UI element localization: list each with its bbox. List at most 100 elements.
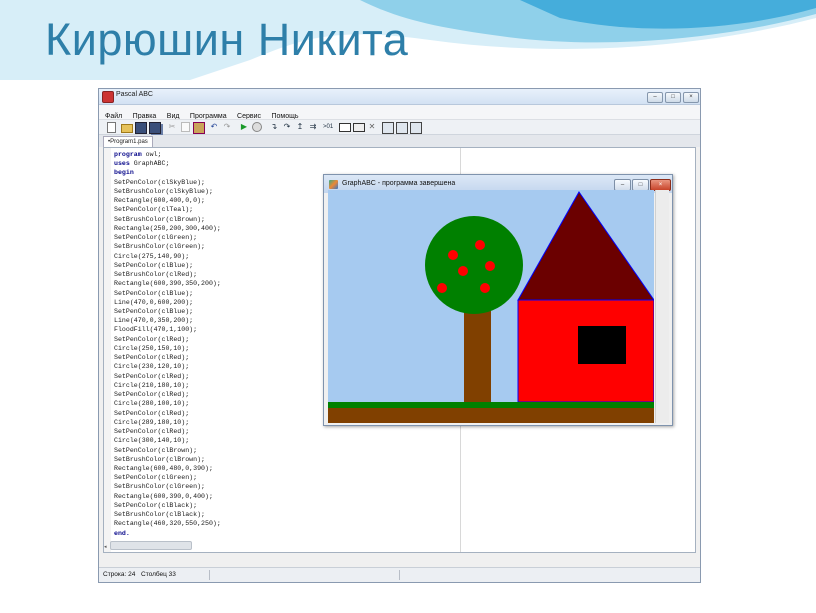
- code-line: SetPenColor(clRed);: [114, 391, 190, 399]
- undo-icon[interactable]: ↶: [209, 122, 219, 132]
- apple: [475, 240, 485, 250]
- code-line: Line(470,0,350,200);: [114, 317, 194, 325]
- code-line: SetBrushColor(clGreen);: [114, 243, 206, 251]
- slide-title: Кирюшин Никита: [45, 14, 409, 65]
- status-separator: [399, 570, 400, 580]
- ide-window-title: Pascal ABC: [116, 91, 153, 98]
- status-separator: [209, 570, 210, 580]
- code-line: Circle(250,150,10);: [114, 344, 190, 352]
- breakpoint-icon[interactable]: ⇉: [308, 122, 318, 132]
- apple: [480, 283, 490, 293]
- code-lines: program owl; uses GraphABC; begin SetPenCol…: [114, 150, 221, 538]
- menu-bar: Файл Правка Вид Программа Сервис Помощь: [99, 105, 700, 120]
- code-keyword: program: [114, 151, 142, 158]
- code-line: SetBrushColor(clBlack);: [114, 511, 206, 519]
- code-line: SetPenColor(clBrown);: [114, 446, 198, 454]
- copy-icon[interactable]: [181, 122, 190, 132]
- graphabc-window: GraphABC - программа завершена – □ ×: [323, 174, 673, 426]
- step-over-icon[interactable]: ↷: [282, 122, 292, 132]
- window-icon[interactable]: [353, 123, 365, 132]
- code-line: SetPenColor(clBlue);: [114, 289, 194, 297]
- status-column: Столбец 33: [141, 571, 176, 578]
- code-line: SetPenColor(clRed);: [114, 335, 190, 343]
- stop-icon[interactable]: ✕: [367, 122, 377, 132]
- maximize-button[interactable]: □: [665, 92, 681, 103]
- code-line: SetPenColor(clBlack);: [114, 501, 198, 509]
- drawing: [328, 190, 654, 423]
- code-line: Circle(289,180,10);: [114, 418, 190, 426]
- redo-icon[interactable]: ↷: [222, 122, 232, 132]
- apple: [485, 261, 495, 271]
- apple: [437, 283, 447, 293]
- debug-icon[interactable]: [252, 122, 262, 132]
- graph-canvas: [328, 190, 654, 423]
- apple: [458, 266, 468, 276]
- code-line: Rectangle(600,390,0,400);: [114, 492, 213, 500]
- scroll-left-arrow[interactable]: ◂: [104, 544, 107, 550]
- code-line: SetPenColor(clGreen);: [114, 234, 198, 242]
- code-line: Circle(275,140,90);: [114, 252, 190, 260]
- open-icon[interactable]: [121, 124, 133, 133]
- code-line: Rectangle(250,200,300,400);: [114, 224, 221, 232]
- code-line: Circle(230,120,10);: [114, 363, 190, 371]
- toolbar: ✂ ↶ ↷ ▶ ↴ ↷ ↥ ⇉ >01 ✕: [99, 119, 700, 135]
- cut-icon[interactable]: ✂: [167, 122, 177, 132]
- paste-icon[interactable]: [193, 122, 205, 134]
- tab-strip: •Program1.pas: [99, 135, 700, 148]
- graph-vertical-scrollbar[interactable]: [655, 190, 669, 423]
- step-out-icon[interactable]: ↥: [295, 122, 305, 132]
- grass: [328, 402, 654, 408]
- new-file-icon[interactable]: [107, 122, 116, 133]
- code-keyword: uses: [114, 160, 130, 168]
- code-line: SetBrushColor(clRed);: [114, 271, 198, 279]
- house-window: [578, 326, 626, 364]
- code-keyword: begin: [114, 169, 134, 177]
- code-line: SetPenColor(clRed);: [114, 428, 190, 436]
- apple: [448, 250, 458, 260]
- code-line: Rectangle(600,390,350,200);: [114, 280, 221, 288]
- code-keyword: end.: [114, 529, 130, 537]
- code-line: SetPenColor(clRed);: [114, 354, 190, 362]
- settings-icon[interactable]: [410, 122, 422, 134]
- code-line: SetPenColor(clRed);: [114, 372, 190, 380]
- code-line: end.: [114, 529, 221, 538]
- code-line: SetPenColor(clTeal);: [114, 206, 194, 214]
- ide-titlebar[interactable]: Pascal ABC – □ ×: [99, 89, 700, 105]
- code-line: SetPenColor(clGreen);: [114, 474, 198, 482]
- save-icon[interactable]: [135, 122, 147, 134]
- form-icon[interactable]: [339, 123, 351, 132]
- code-line: program owl;: [114, 151, 162, 158]
- minimize-button[interactable]: –: [647, 92, 663, 103]
- code-line: SetBrushColor(clGreen);: [114, 483, 206, 491]
- code-line: Rectangle(460,320,550,250);: [114, 520, 221, 528]
- code-line: FloodFill(470,1,100);: [114, 326, 198, 334]
- code-line: Circle(280,100,10);: [114, 400, 190, 408]
- horizontal-scrollbar[interactable]: [110, 541, 192, 550]
- editor-gutter: [104, 148, 111, 552]
- output-window-icon[interactable]: >01: [323, 122, 333, 132]
- code-line: SetBrushColor(clBrown);: [114, 215, 206, 223]
- close-button[interactable]: ×: [683, 92, 699, 103]
- code-line: Rectangle(600,480,0,390);: [114, 464, 213, 472]
- step-into-icon[interactable]: ↴: [269, 122, 279, 132]
- code-line: begin: [114, 168, 221, 177]
- ground: [328, 408, 654, 423]
- code-line: uses GraphABC;: [114, 160, 170, 168]
- code-line: SetBrushColor(clSkyBlue);: [114, 187, 213, 195]
- tree-foliage: [425, 216, 523, 314]
- save-all-icon[interactable]: [149, 122, 161, 134]
- code-line: SetPenColor(clSkyBlue);: [114, 178, 206, 186]
- status-bar: Строка: 24 Столбец 33: [99, 567, 700, 582]
- code-line: SetBrushColor(clBrown);: [114, 455, 206, 463]
- compile-icon[interactable]: [382, 122, 394, 134]
- run-icon[interactable]: ▶: [239, 122, 249, 132]
- tree-trunk: [464, 311, 491, 402]
- code-line: Circle(300,140,10);: [114, 437, 190, 445]
- code-line: Line(470,0,600,200);: [114, 298, 194, 306]
- code-line: SetPenColor(clBlue);: [114, 261, 194, 269]
- compile-all-icon[interactable]: [396, 122, 408, 134]
- code-line: SetPenColor(clBlue);: [114, 307, 194, 315]
- code-line: Rectangle(600,400,0,0);: [114, 197, 206, 205]
- graphabc-app-icon: [329, 180, 338, 189]
- status-line: Строка: 24: [103, 571, 136, 578]
